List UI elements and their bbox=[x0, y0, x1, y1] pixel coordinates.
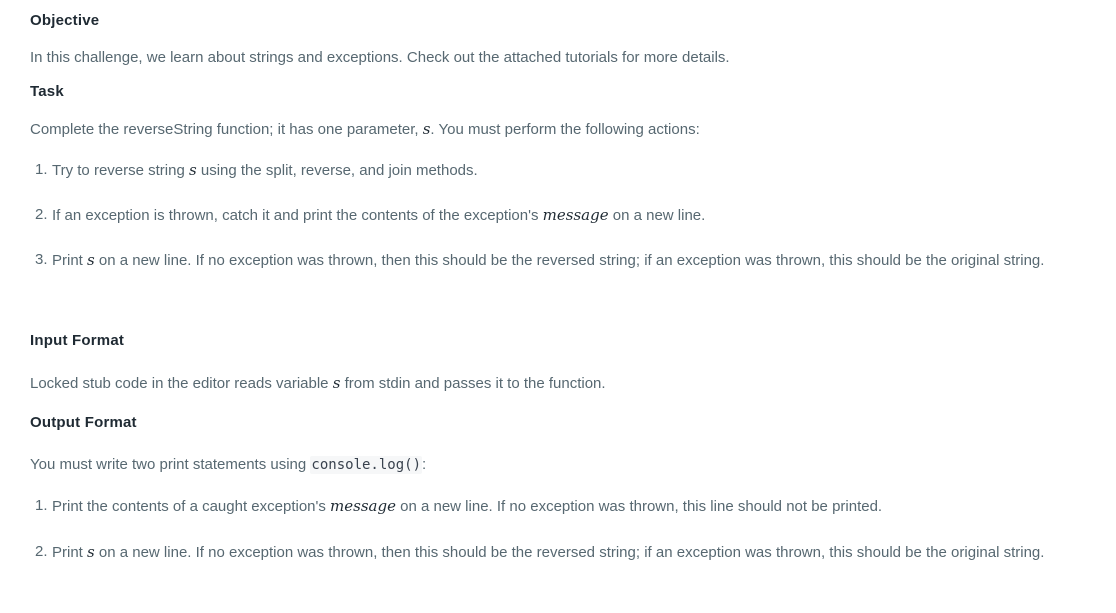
task-step-2: 2. If an exception is thrown, catch it a… bbox=[35, 200, 1095, 231]
task-step-1-before: Try to reverse string bbox=[52, 162, 189, 179]
task-step-3-text: Print s on a new line. If no exception w… bbox=[52, 245, 1095, 276]
task-step-2-variable: message bbox=[542, 206, 609, 224]
input-format-text: Locked stub code in the editor reads var… bbox=[30, 373, 606, 394]
output-step-1-after: on a new line. If no exception was throw… bbox=[395, 498, 883, 515]
input-format-after: from stdin and passes it to the function… bbox=[340, 375, 606, 392]
objective-heading: Objective bbox=[30, 12, 100, 29]
task-step-2-text: If an exception is thrown, catch it and … bbox=[52, 200, 1095, 231]
output-step-2: 2. Print s on a new line. If no exceptio… bbox=[35, 537, 1095, 568]
console-log-code: console.log() bbox=[310, 456, 422, 474]
output-format-intro-before: You must write two print statements usin… bbox=[30, 456, 311, 473]
task-step-2-number: 2. bbox=[35, 206, 48, 223]
output-step-2-number: 2. bbox=[35, 543, 48, 560]
task-step-3-after: on a new line. If no exception was throw… bbox=[94, 252, 1045, 269]
output-step-2-variable: s bbox=[87, 543, 95, 561]
output-step-2-after: on a new line. If no exception was throw… bbox=[94, 544, 1045, 561]
output-step-1-before: Print the contents of a caught exception… bbox=[52, 498, 331, 515]
task-step-1: 1. Try to reverse string s using the spl… bbox=[35, 155, 1095, 186]
task-step-2-after: on a new line. bbox=[608, 207, 706, 224]
task-intro-after: . You must perform the following actions… bbox=[430, 121, 700, 138]
task-step-1-text: Try to reverse string s using the split,… bbox=[52, 155, 1095, 186]
task-step-3-variable: s bbox=[87, 251, 95, 269]
task-step-1-variable: s bbox=[188, 161, 197, 179]
task-intro: Complete the reverseString function; it … bbox=[30, 119, 700, 140]
objective-text: In this challenge, we learn about string… bbox=[30, 49, 730, 66]
task-step-1-after: using the split, reverse, and join metho… bbox=[196, 162, 478, 179]
task-step-3-number: 3. bbox=[35, 251, 48, 268]
task-step-2-before: If an exception is thrown, catch it and … bbox=[52, 207, 543, 224]
task-step-3-before: Print bbox=[52, 252, 88, 269]
output-step-2-text: Print s on a new line. If no exception w… bbox=[52, 537, 1095, 568]
output-step-2-before: Print bbox=[52, 544, 88, 561]
output-format-intro: You must write two print statements usin… bbox=[30, 455, 426, 475]
task-step-1-number: 1. bbox=[35, 161, 48, 178]
input-format-heading: Input Format bbox=[30, 332, 125, 349]
output-format-heading: Output Format bbox=[30, 414, 137, 431]
output-step-1-text: Print the contents of a caught exception… bbox=[52, 491, 1095, 522]
input-format-before: Locked stub code in the editor reads var… bbox=[30, 375, 333, 392]
output-step-1-number: 1. bbox=[35, 497, 48, 514]
task-step-3: 3. Print s on a new line. If no exceptio… bbox=[35, 245, 1095, 276]
task-heading: Task bbox=[30, 83, 64, 100]
output-step-1-variable: message bbox=[330, 497, 396, 515]
problem-statement: Objective In this challenge, we learn ab… bbox=[0, 0, 1116, 613]
output-format-intro-after: : bbox=[422, 456, 427, 473]
output-step-1: 1. Print the contents of a caught except… bbox=[35, 491, 1095, 522]
task-intro-before: Complete the reverseString function; it … bbox=[30, 121, 423, 138]
